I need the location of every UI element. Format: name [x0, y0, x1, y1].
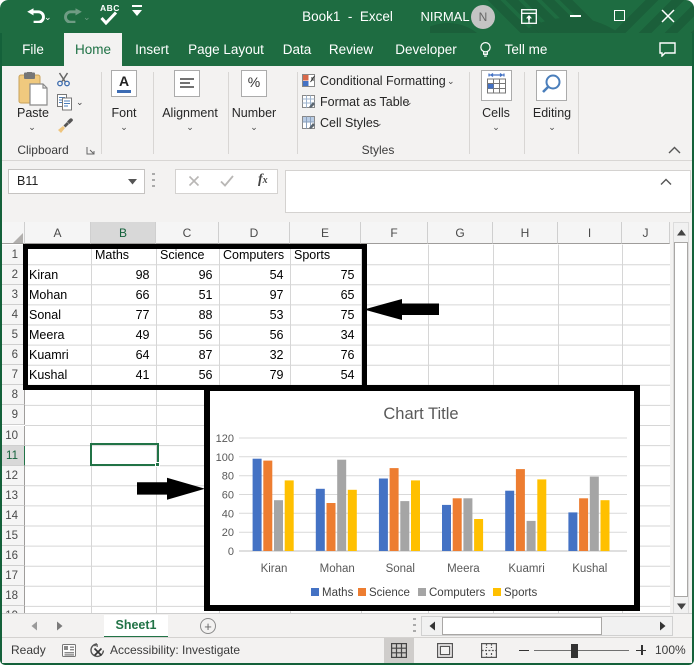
svg-text:Chart Title: Chart Title — [383, 405, 458, 423]
svg-text:Kiran: Kiran — [261, 563, 288, 575]
svg-text:Meera: Meera — [447, 563, 480, 575]
svg-text:Computers: Computers — [429, 587, 485, 599]
svg-text:Sports: Sports — [504, 587, 537, 599]
svg-text:120: 120 — [216, 433, 234, 445]
svg-text:0: 0 — [228, 546, 234, 558]
svg-text:40: 40 — [222, 508, 234, 520]
svg-text:100: 100 — [216, 452, 234, 464]
svg-text:Kuamri: Kuamri — [508, 563, 544, 575]
svg-text:60: 60 — [222, 490, 234, 502]
svg-text:Maths: Maths — [322, 587, 354, 599]
svg-text:80: 80 — [222, 471, 234, 483]
svg-text:Mohan: Mohan — [320, 563, 355, 575]
svg-text:Sonal: Sonal — [386, 563, 415, 575]
svg-text:Science: Science — [369, 587, 410, 599]
svg-text:20: 20 — [222, 527, 234, 539]
svg-text:Kushal: Kushal — [572, 563, 607, 575]
